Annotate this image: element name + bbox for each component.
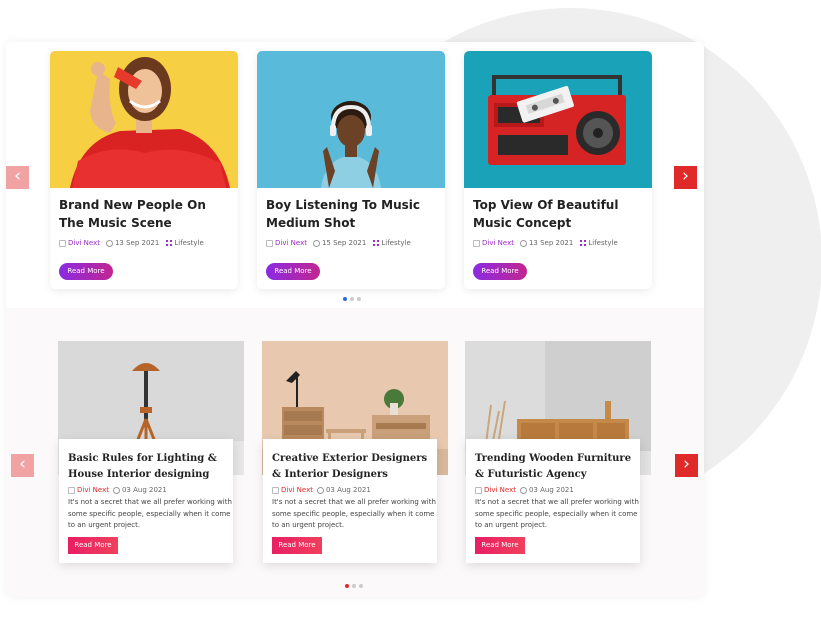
pagination-dot[interactable] — [345, 584, 349, 588]
post-image-red-boombox — [464, 51, 652, 188]
post-title[interactable]: Boy Listening To Music Medium Shot — [266, 196, 436, 232]
category-icon — [580, 240, 587, 246]
post-meta: Divi Next 03 Aug 2021 — [475, 486, 574, 494]
clock-icon — [519, 239, 527, 247]
post-author[interactable]: Divi Next — [484, 486, 516, 494]
clock-icon — [112, 486, 120, 494]
chevron-left-icon: ‹ — [14, 166, 21, 186]
slider1-next-button[interactable]: › — [674, 166, 697, 189]
read-more-button[interactable]: Read More — [475, 537, 525, 554]
post-author[interactable]: Divi Next — [68, 239, 100, 247]
post-content-box: Trending Wooden Furniture & Futuristic A… — [466, 439, 640, 563]
user-icon — [473, 239, 480, 247]
post-meta: Divi Next 13 Sep 2021 Lifestyle — [59, 239, 204, 247]
post-date: 13 Sep 2021 — [114, 239, 160, 247]
chevron-right-icon: › — [682, 166, 689, 186]
post-excerpt: It's not a secret that we all prefer wor… — [68, 498, 232, 529]
pagination-dot[interactable] — [352, 584, 356, 588]
interior-post-card[interactable]: Trending Wooden Furniture & Futuristic A… — [465, 341, 651, 566]
user-icon — [272, 486, 279, 494]
post-excerpt: It's not a secret that we all prefer wor… — [272, 498, 436, 529]
user-icon — [475, 486, 482, 494]
post-date: 15 Sep 2021 — [321, 239, 367, 247]
post-image-boy-headphones — [257, 51, 445, 188]
clock-icon — [312, 239, 320, 247]
interior-post-card[interactable]: Basic Rules for Lighting & House Interio… — [58, 341, 244, 566]
post-meta: Divi Next 03 Aug 2021 — [272, 486, 371, 494]
slider1-prev-button[interactable]: ‹ — [6, 166, 29, 189]
post-meta: Divi Next 03 Aug 2021 — [68, 486, 167, 494]
post-excerpt: It's not a secret that we all prefer wor… — [475, 498, 639, 529]
music-post-card[interactable]: Top View Of Beautiful Music Concept Divi… — [464, 51, 652, 289]
post-title[interactable]: Trending Wooden Furniture & Futuristic A… — [475, 451, 635, 482]
pagination-dot[interactable] — [350, 297, 354, 301]
clock-icon — [519, 486, 527, 494]
pagination-dot[interactable] — [359, 584, 363, 588]
interior-post-card[interactable]: Creative Exterior Designers & Interior D… — [262, 341, 448, 566]
chevron-left-icon: ‹ — [19, 454, 26, 474]
post-content-box: Basic Rules for Lighting & House Interio… — [59, 439, 233, 563]
post-title[interactable]: Creative Exterior Designers & Interior D… — [272, 451, 432, 482]
category-icon — [166, 240, 173, 246]
slider1-pagination — [343, 297, 361, 301]
post-title[interactable]: Brand New People On The Music Scene — [59, 196, 229, 232]
post-category[interactable]: Lifestyle — [174, 239, 203, 247]
slider2-pagination — [345, 584, 363, 588]
post-title[interactable]: Top View Of Beautiful Music Concept — [473, 196, 643, 232]
music-post-card[interactable]: Boy Listening To Music Medium Shot Divi … — [257, 51, 445, 289]
post-meta: Divi Next 13 Sep 2021 Lifestyle — [473, 239, 618, 247]
pagination-dot[interactable] — [343, 297, 347, 301]
read-more-button[interactable]: Read More — [68, 537, 118, 554]
post-author[interactable]: Divi Next — [482, 239, 514, 247]
post-title[interactable]: Basic Rules for Lighting & House Interio… — [68, 451, 228, 482]
user-icon — [68, 486, 75, 494]
blog-slider-panel: ‹ Brand New People On The Music Scene Di… — [6, 42, 704, 597]
category-icon — [373, 240, 380, 246]
user-icon — [59, 239, 66, 247]
slider2-prev-button[interactable]: ‹ — [11, 454, 34, 477]
read-more-button[interactable]: Read More — [272, 537, 322, 554]
slider2-next-button[interactable]: › — [675, 454, 698, 477]
clock-icon — [316, 486, 324, 494]
read-more-button[interactable]: Read More — [473, 263, 527, 280]
read-more-button[interactable]: Read More — [59, 263, 113, 280]
post-content-box: Creative Exterior Designers & Interior D… — [263, 439, 437, 563]
post-author[interactable]: Divi Next — [275, 239, 307, 247]
user-icon — [266, 239, 273, 247]
post-date: 03 Aug 2021 — [528, 486, 574, 494]
post-author[interactable]: Divi Next — [77, 486, 109, 494]
post-date: 03 Aug 2021 — [325, 486, 371, 494]
post-meta: Divi Next 15 Sep 2021 Lifestyle — [266, 239, 411, 247]
post-author[interactable]: Divi Next — [281, 486, 313, 494]
post-category[interactable]: Lifestyle — [588, 239, 617, 247]
post-date: 13 Sep 2021 — [528, 239, 574, 247]
chevron-right-icon: › — [683, 454, 690, 474]
clock-icon — [105, 239, 113, 247]
pagination-dot[interactable] — [357, 297, 361, 301]
read-more-button[interactable]: Read More — [266, 263, 320, 280]
post-category[interactable]: Lifestyle — [381, 239, 410, 247]
music-post-card[interactable]: Brand New People On The Music Scene Divi… — [50, 51, 238, 289]
post-image-woman-red-dress — [50, 51, 238, 188]
post-date: 03 Aug 2021 — [121, 486, 167, 494]
